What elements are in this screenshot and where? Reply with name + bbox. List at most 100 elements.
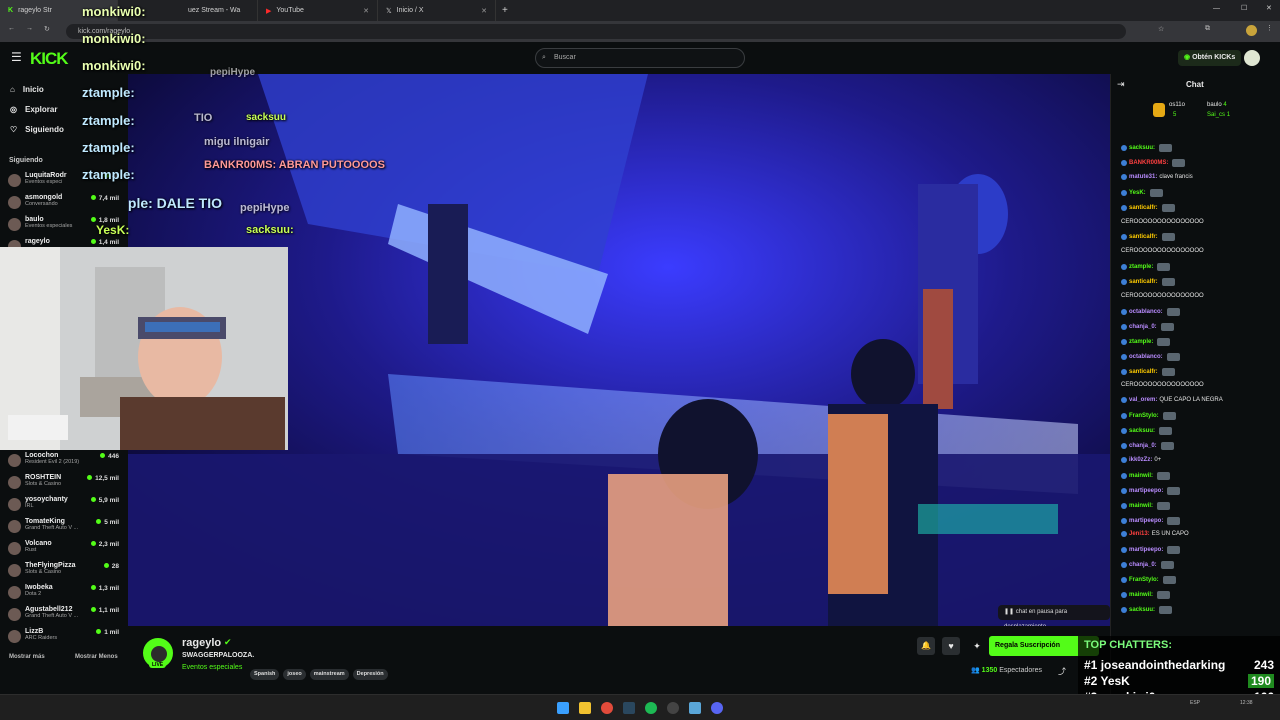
- chat-username[interactable]: martipeepo:: [1129, 488, 1163, 494]
- chat-message[interactable]: chanja_0:: [1121, 442, 1174, 450]
- chat-username[interactable]: ikk0zZz:: [1129, 457, 1152, 463]
- chat-username[interactable]: val_orem:: [1129, 397, 1157, 403]
- chat-username[interactable]: santicalfr:: [1129, 369, 1158, 375]
- close-window-icon[interactable]: ✕: [1266, 4, 1272, 12]
- chat-username[interactable]: matute31:: [1129, 174, 1157, 180]
- sidebar-following-item[interactable]: Locochon Resident Evil 2 (2019) 446: [8, 452, 123, 474]
- chat-message[interactable]: CEROOOOOOOOOOOOOOO: [1121, 293, 1204, 299]
- hamburger-menu-icon[interactable]: ☰: [11, 50, 22, 64]
- chat-username[interactable]: mainwil:: [1129, 503, 1153, 509]
- chat-username[interactable]: Jeni13:: [1129, 531, 1150, 537]
- follow-heart-button[interactable]: ♥: [942, 637, 960, 655]
- chat-username[interactable]: sacksuu:: [1129, 145, 1155, 151]
- bookmark-star-icon[interactable]: ☆: [1158, 25, 1164, 33]
- channel-name[interactable]: rageylo: [182, 637, 221, 649]
- chat-username[interactable]: sacksuu:: [1129, 607, 1155, 613]
- sidebar-following-item[interactable]: asmongold Conversando 7,4 mil: [8, 194, 123, 216]
- close-icon[interactable]: ✕: [363, 7, 369, 15]
- close-icon[interactable]: ✕: [481, 7, 487, 15]
- chat-username[interactable]: sacksuu:: [1129, 428, 1155, 434]
- share-icon[interactable]: ⤴: [1058, 666, 1066, 677]
- discord-icon[interactable]: [711, 702, 723, 714]
- user-avatar[interactable]: [1244, 50, 1260, 66]
- back-icon[interactable]: ←: [8, 25, 15, 32]
- reload-icon[interactable]: ↻: [44, 25, 50, 33]
- chat-message[interactable]: octablanco:: [1121, 307, 1180, 316]
- chat-message[interactable]: mainwil:: [1121, 591, 1171, 599]
- chat-message[interactable]: sacksuu:: [1121, 427, 1173, 436]
- chat-username[interactable]: chanja_0:: [1129, 443, 1157, 449]
- extensions-icon[interactable]: ⧉: [1205, 25, 1210, 33]
- chat-message[interactable]: Jeni13: ES UN CAPO: [1121, 531, 1189, 538]
- chat-username[interactable]: santicalfr:: [1129, 279, 1158, 285]
- chat-message[interactable]: octablanco:: [1121, 352, 1180, 361]
- forward-icon[interactable]: →: [26, 25, 33, 32]
- chat-message[interactable]: mainwil:: [1121, 471, 1171, 480]
- menu-dots-icon[interactable]: ⋮: [1266, 24, 1273, 32]
- chat-username[interactable]: ztample:: [1129, 264, 1153, 270]
- chat-message[interactable]: sacksuu:: [1121, 144, 1173, 152]
- tab-x[interactable]: 𝕏 Inicio / X ✕: [378, 0, 496, 21]
- url-field[interactable]: kick.com/rageylo: [66, 24, 1126, 39]
- chat-username[interactable]: octablanco:: [1129, 309, 1163, 315]
- nav-explore[interactable]: ◎ Explorar: [10, 105, 57, 114]
- chat-username[interactable]: ztample:: [1129, 339, 1153, 345]
- sidebar-following-item[interactable]: yosoychanty IRL 5,9 mil: [8, 496, 123, 518]
- chat-message[interactable]: CEROOOOOOOOOOOOOOO: [1121, 382, 1204, 388]
- chat-message[interactable]: BANKR00MS:: [1121, 158, 1186, 167]
- chat-username[interactable]: BANKR00MS:: [1129, 160, 1168, 166]
- chat-message[interactable]: santicalfr:: [1121, 233, 1175, 242]
- chat-username[interactable]: YesK:: [1129, 190, 1146, 196]
- nav-following[interactable]: ♡ Siguiendo: [10, 125, 64, 134]
- chat-message[interactable]: CEROOOOOOOOOOOOOOO: [1121, 219, 1204, 225]
- chat-message[interactable]: martipeepo:: [1121, 516, 1181, 525]
- chat-username[interactable]: santicalfr:: [1129, 205, 1158, 211]
- show-more-link[interactable]: Mostrar más: [9, 654, 45, 660]
- stream-category[interactable]: Eventos especiales: [182, 664, 242, 671]
- chat-message[interactable]: martipeepo:: [1121, 486, 1181, 495]
- sidebar-following-item[interactable]: LizzB ARC Raiders 1 mil: [8, 628, 123, 650]
- chat-message[interactable]: santicalfr:: [1121, 203, 1175, 212]
- chat-username[interactable]: chanja_0:: [1129, 562, 1157, 568]
- maximize-icon[interactable]: ☐: [1241, 4, 1247, 12]
- chat-username[interactable]: chanja_0:: [1129, 324, 1157, 330]
- tag[interactable]: Depresión: [352, 669, 388, 680]
- sidebar-following-item[interactable]: Iwobeka Dota 2 1,3 mil: [8, 584, 123, 606]
- sidebar-following-item[interactable]: TomateKing Grand Theft Auto V ... 5 mil: [8, 518, 123, 540]
- chrome-icon[interactable]: [601, 702, 613, 714]
- file-explorer-icon[interactable]: [579, 702, 591, 714]
- tag[interactable]: joseo: [283, 669, 306, 680]
- windows-start-icon[interactable]: [557, 702, 569, 714]
- kick-logo[interactable]: KICK: [30, 49, 69, 69]
- chat-message[interactable]: CEROOOOOOOOOOOOOOO: [1121, 248, 1204, 254]
- chat-username[interactable]: mainwil:: [1129, 473, 1153, 479]
- chat-message[interactable]: ztample:: [1121, 337, 1171, 346]
- tab-youtube[interactable]: ▶ YouTube ✕: [258, 0, 378, 21]
- sidebar-following-item[interactable]: TheFlyingPizza Slots & Casino 28: [8, 562, 123, 584]
- search-input[interactable]: ⌕ Buscar: [535, 48, 745, 68]
- tag[interactable]: mainstream: [309, 669, 349, 680]
- chat-message[interactable]: ikk0zZz: 0+: [1121, 456, 1161, 463]
- chat-message[interactable]: val_orem: QUE CAPO LA NEGRA: [1121, 397, 1223, 404]
- notify-bell-button[interactable]: 🔔: [917, 637, 935, 655]
- chat-username[interactable]: mainwil:: [1129, 592, 1153, 598]
- app-icon[interactable]: [689, 702, 701, 714]
- new-tab-icon[interactable]: +: [502, 5, 508, 16]
- chat-username[interactable]: martipeepo:: [1129, 547, 1163, 553]
- chat-username[interactable]: octablanco:: [1129, 354, 1163, 360]
- chat-message[interactable]: martipeepo:: [1121, 546, 1181, 555]
- chat-paused-notice[interactable]: ❚❚ chat en pausa para desplazamiento: [998, 605, 1110, 626]
- chat-message[interactable]: chanja_0:: [1121, 322, 1174, 331]
- tag[interactable]: Spanish: [250, 669, 280, 680]
- steam-icon[interactable]: [623, 702, 635, 714]
- obs-icon[interactable]: [667, 702, 679, 714]
- spotify-icon[interactable]: [645, 702, 657, 714]
- gift-button[interactable]: ✦: [968, 637, 986, 655]
- chat-username[interactable]: FranStylo:: [1129, 577, 1159, 583]
- show-less-link[interactable]: Mostrar Menos: [75, 654, 118, 660]
- chat-message[interactable]: FranStylo:: [1121, 576, 1176, 585]
- chat-username[interactable]: FranStylo:: [1129, 413, 1159, 419]
- chat-username[interactable]: martipeepo:: [1129, 518, 1163, 524]
- get-kicks-button[interactable]: ◉ Obtén KICKs: [1178, 50, 1242, 66]
- chat-message[interactable]: santicalfr:: [1121, 278, 1175, 287]
